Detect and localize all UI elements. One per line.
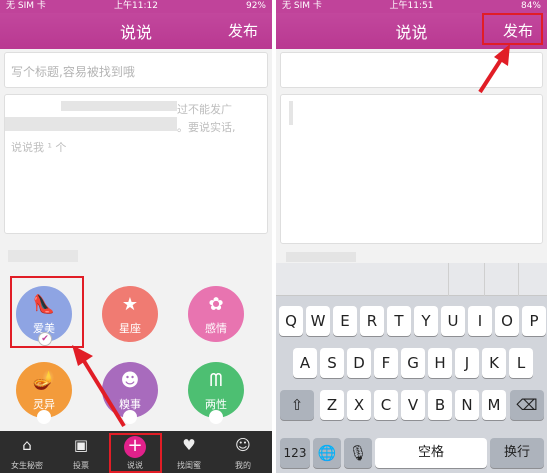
key-e[interactable]: E (333, 306, 357, 336)
key-u[interactable]: U (441, 306, 465, 336)
category-label: 感情 (205, 322, 227, 335)
annotation-box (482, 13, 543, 45)
tab-label: 找闺蜜 (177, 461, 201, 470)
text-cursor-region (289, 101, 293, 125)
key-o[interactable]: O (495, 306, 519, 336)
find-friend-icon: ♥ (182, 436, 196, 454)
annotation-box (10, 276, 84, 348)
radio-indicator (37, 410, 51, 424)
tab-label: 我的 (235, 461, 251, 470)
category-embarrassing[interactable]: ☻ 糗事 (102, 362, 158, 424)
key-y[interactable]: Y (414, 306, 438, 336)
title-placeholder: 写个标题,容易被找到哦 (11, 65, 135, 79)
key-c[interactable]: C (374, 390, 398, 420)
title-input[interactable] (280, 52, 543, 88)
status-bar: 无 SIM 卡 上午11:51 84% (276, 0, 547, 13)
battery-text: 84% (520, 1, 541, 11)
mask-icon: ☻ (120, 370, 140, 391)
key-i[interactable]: I (468, 306, 492, 336)
content-text: 说说我 ¹ 个 (11, 141, 67, 154)
annotation-box (109, 433, 162, 473)
key-g[interactable]: G (401, 348, 425, 378)
radio-indicator (123, 410, 137, 424)
radio-indicator (209, 410, 223, 424)
key-k[interactable]: K (482, 348, 506, 378)
content-text: 过不能发广 (177, 103, 232, 116)
globe-icon[interactable]: 🌐 (313, 438, 341, 468)
key-x[interactable]: X (347, 390, 371, 420)
tab-me[interactable]: ☺ 我的 (216, 431, 270, 473)
key-w[interactable]: W (306, 306, 330, 336)
microphone-icon[interactable]: 🎙 (344, 438, 372, 468)
title-input[interactable]: 写个标题,容易被找到哦 (4, 52, 268, 88)
key-v[interactable]: V (401, 390, 425, 420)
key-l[interactable]: L (509, 348, 533, 378)
tab-vote[interactable]: ▣ 投票 (54, 431, 108, 473)
category-relationships[interactable]: ᗰ 两性 (188, 362, 244, 424)
key-q[interactable]: Q (279, 306, 303, 336)
pixelated-region (5, 117, 177, 131)
pixelated-region (61, 101, 177, 111)
content-textarea[interactable]: 过不能发广 。要说实话, 说说我 ¹ 个 (4, 94, 268, 234)
status-bar: 无 SIM 卡 上午11:12 92% (0, 0, 272, 13)
key-p[interactable]: P (522, 306, 546, 336)
key-n[interactable]: N (455, 390, 479, 420)
key-j[interactable]: J (455, 348, 479, 378)
key-a[interactable]: A (293, 348, 317, 378)
clock-text: 上午11:51 (389, 1, 434, 11)
key-t[interactable]: T (387, 306, 411, 336)
pixelated-region (8, 250, 78, 262)
key-h[interactable]: H (428, 348, 452, 378)
backspace-key[interactable]: ⌫ (510, 390, 544, 420)
key-z[interactable]: Z (320, 390, 344, 420)
left-screenshot: 无 SIM 卡 上午11:12 92% 说说 发布 写个标题,容易被找到哦 过不… (0, 0, 272, 473)
key-b[interactable]: B (428, 390, 452, 420)
key-m[interactable]: M (482, 390, 506, 420)
category-supernatural[interactable]: 🪔 灵异 (16, 362, 72, 424)
nav-bar: 说说 发布 (0, 13, 272, 49)
keyboard: QWERTYUIOP ASDFGHJKL ZXCVBNM ⇧ ⌫ 123 🌐 🎙 空… (276, 263, 547, 473)
content-text: 。要说实话, (177, 121, 236, 134)
tab-secrets[interactable]: ⌂ 女生秘密 (0, 431, 54, 473)
content-textarea[interactable] (280, 94, 543, 244)
star-icon: ★ (121, 294, 139, 315)
suggestion-bar (276, 263, 547, 296)
publish-button[interactable]: 发布 (228, 20, 258, 41)
right-screenshot: 无 SIM 卡 上午11:51 84% 说说 发布 QWERTYUIOPASDF… (276, 0, 547, 473)
battery-text: 92% (245, 1, 266, 11)
clock-text: 上午11:12 (114, 1, 158, 11)
key-d[interactable]: D (347, 348, 371, 378)
profile-icon: ☺ (235, 436, 251, 454)
tab-find-friend[interactable]: ♥ 找闺蜜 (162, 431, 216, 473)
vote-icon: ▣ (73, 436, 89, 454)
shift-key[interactable]: ⇧ (280, 390, 314, 420)
category-horoscope[interactable]: ★ 星座 (102, 286, 158, 342)
clover-icon: ✿ (208, 294, 224, 315)
space-key[interactable]: 空格 (375, 438, 487, 468)
category-label: 星座 (119, 322, 141, 335)
numbers-key[interactable]: 123 (280, 438, 310, 468)
key-f[interactable]: F (374, 348, 398, 378)
lamp-icon: 🪔 (32, 370, 56, 391)
key-r[interactable]: R (360, 306, 384, 336)
return-key[interactable]: 换行 (490, 438, 544, 468)
tab-label: 投票 (73, 461, 89, 470)
key-s[interactable]: S (320, 348, 344, 378)
pixelated-region (286, 252, 356, 262)
category-love[interactable]: ✿ 感情 (188, 286, 244, 342)
tab-label: 女生秘密 (11, 461, 43, 470)
house-icon: ⌂ (22, 436, 32, 454)
bra-icon: ᗰ (209, 370, 223, 391)
